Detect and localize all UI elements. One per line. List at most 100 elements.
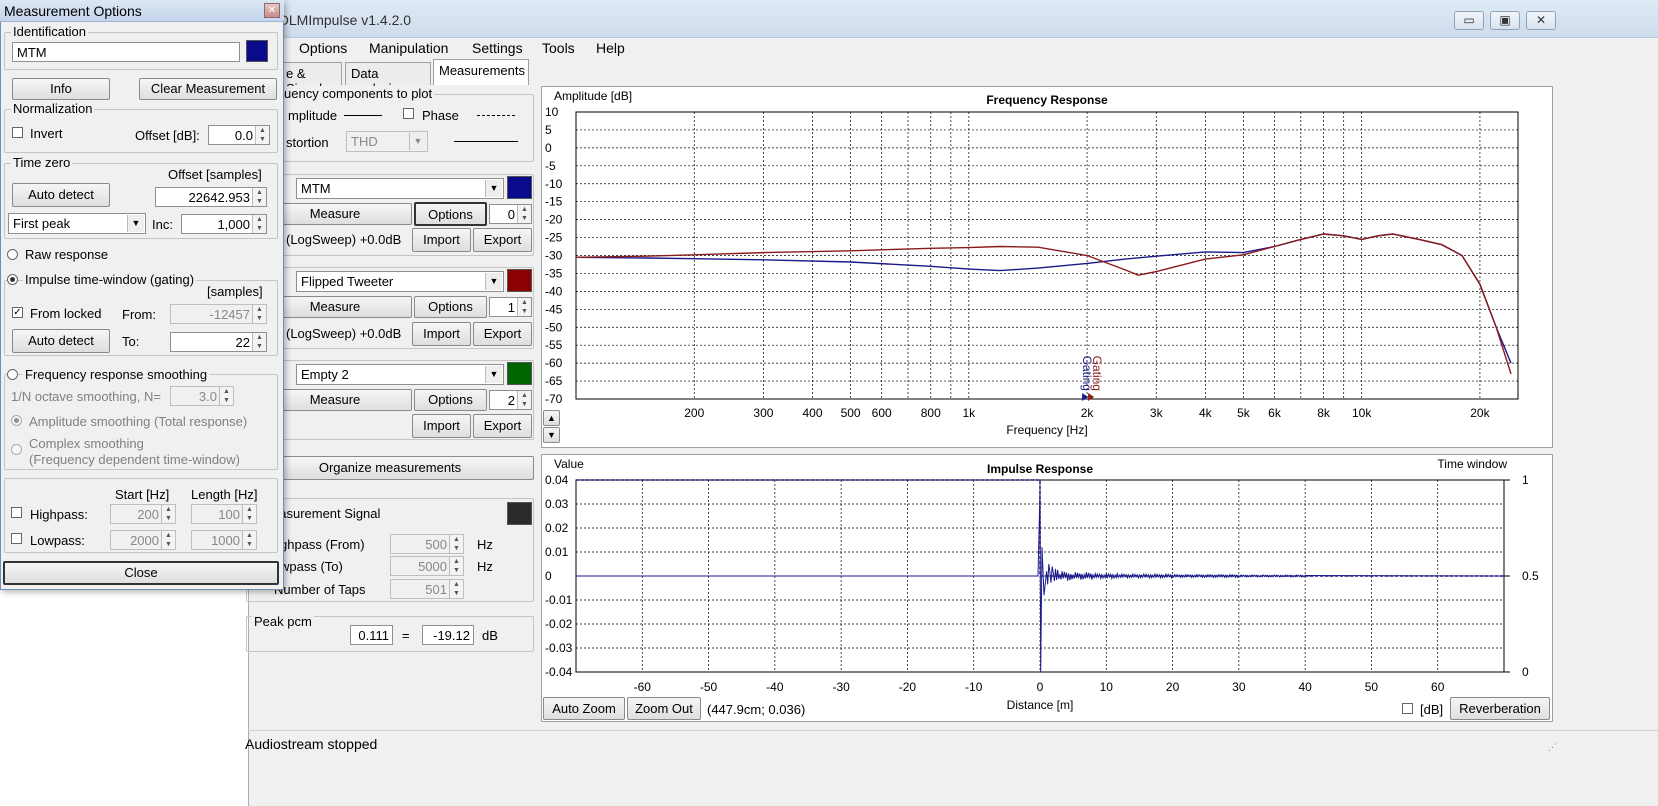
- maximize-button[interactable]: ▣: [1490, 11, 1520, 30]
- measurement-2-export-button[interactable]: Export: [473, 322, 532, 346]
- raw-response-radio[interactable]: [7, 249, 18, 260]
- to-input[interactable]: 22 ▲ ▼: [170, 332, 267, 352]
- complex-smoothing-label: Complex smoothing: [29, 436, 144, 451]
- y-tick-label: -0.01: [545, 593, 573, 607]
- signal-label: easurement Signal: [272, 506, 381, 521]
- invert-checkbox[interactable]: [12, 127, 23, 138]
- menu-manipulation[interactable]: Manipulation: [369, 40, 448, 56]
- octave-input[interactable]: 3.0 ▲ ▼: [170, 386, 234, 406]
- inc-input[interactable]: 1,000 ▲ ▼: [181, 214, 267, 234]
- menu-options[interactable]: Options: [299, 40, 347, 56]
- x-tick-label: 40: [1298, 680, 1312, 694]
- auto-detect-gating-button[interactable]: Auto detect: [12, 329, 110, 353]
- measurement-3-index[interactable]: 2 ▲ ▼: [489, 390, 532, 410]
- y-tick-label: -35: [545, 266, 563, 280]
- measurement-2-options-button[interactable]: Options: [414, 296, 487, 318]
- measurement-name-input[interactable]: MTM: [12, 42, 240, 62]
- highpass-checkbox[interactable]: [11, 507, 22, 518]
- peak-db-unit: dB: [482, 628, 498, 643]
- measurement-3-color[interactable]: [507, 362, 532, 385]
- measurement-3-select[interactable]: Empty 2 ▼: [296, 364, 504, 385]
- y-tick-label: 0.02: [545, 521, 569, 535]
- signal-color[interactable]: [507, 502, 532, 525]
- measurement-3-import-button[interactable]: Import: [412, 414, 471, 438]
- highpass-start-input[interactable]: 200 ▲ ▼: [110, 504, 176, 524]
- scroll-down-button[interactable]: ▼: [543, 427, 560, 443]
- db-checkbox[interactable]: [1402, 703, 1413, 714]
- inc-label: Inc:: [152, 217, 173, 232]
- highpass-from-input[interactable]: 500 ▲ ▼: [390, 534, 464, 554]
- measurement-1-index[interactable]: 0 ▲ ▼: [489, 204, 532, 224]
- resize-grip-icon[interactable]: ⋰: [1548, 742, 1558, 752]
- x-tick-label: 30: [1232, 680, 1246, 694]
- offset-samples-input[interactable]: 22642.953 ▲ ▼: [155, 187, 267, 207]
- organize-measurements-button[interactable]: Organize measurements: [246, 456, 534, 480]
- measurement-2-select[interactable]: Flipped Tweeter ▼: [296, 271, 504, 292]
- menu-help[interactable]: Help: [596, 40, 625, 56]
- x-tick-label: 4k: [1199, 406, 1213, 420]
- x-tick-label: 500: [841, 406, 861, 420]
- x-tick-label: 20: [1166, 680, 1180, 694]
- offset-db-input[interactable]: 0.0 ▲ ▼: [208, 125, 270, 145]
- lowpass-checkbox[interactable]: [11, 533, 22, 544]
- menu-settings[interactable]: Settings: [472, 40, 523, 56]
- measurement-2-import-button[interactable]: Import: [412, 322, 471, 346]
- x-tick-label: 800: [921, 406, 941, 420]
- from-locked-checkbox[interactable]: ✓: [12, 307, 23, 318]
- measurement-1-options-button[interactable]: Options: [414, 202, 487, 226]
- window-title: OLMImpulse v1.4.2.0: [278, 12, 412, 28]
- zoom-out-button[interactable]: Zoom Out: [627, 697, 701, 720]
- tab-measurements[interactable]: Measurements: [433, 59, 529, 85]
- x-tick-label: 20k: [1470, 406, 1490, 420]
- close-window-button[interactable]: ✕: [1526, 11, 1556, 30]
- measurement-1-import-button[interactable]: Import: [412, 228, 471, 252]
- menu-tools[interactable]: Tools: [542, 40, 575, 56]
- scroll-up-button[interactable]: ▲: [543, 410, 560, 426]
- dialog-close-icon[interactable]: ✕: [264, 3, 280, 18]
- clear-measurement-button[interactable]: Clear Measurement: [139, 78, 277, 100]
- x-tick-label: 300: [753, 406, 773, 420]
- info-button[interactable]: Info: [12, 78, 110, 100]
- samples-label: [samples]: [207, 284, 263, 299]
- y-tick-label: -30: [545, 249, 563, 263]
- frequency-chart-svg: Frequency Response Amplitude [dB] Frequenc…: [545, 89, 1519, 437]
- taps-input[interactable]: 501 ▲ ▼: [390, 579, 464, 599]
- measurement-2-index[interactable]: 1 ▲ ▼: [489, 297, 532, 317]
- measurement-2-color[interactable]: [507, 269, 532, 292]
- from-label: From:: [122, 307, 156, 322]
- y2-tick-label: 0.5: [1522, 569, 1539, 583]
- auto-zoom-button[interactable]: Auto Zoom: [543, 697, 625, 720]
- y-tick-label: -45: [545, 302, 563, 316]
- auto-detect-button[interactable]: Auto detect: [12, 183, 110, 207]
- phase-checkbox[interactable]: [403, 108, 414, 119]
- measurement-1-color[interactable]: [507, 176, 532, 199]
- from-input[interactable]: -12457 ▲ ▼: [170, 304, 267, 324]
- reverberation-button[interactable]: Reverberation: [1450, 697, 1550, 720]
- highpass-length-input[interactable]: 100 ▲ ▼: [191, 504, 257, 524]
- taps-label: Number of Taps: [274, 582, 366, 597]
- dialog-close-button[interactable]: Close: [3, 561, 279, 585]
- phase-line-style: [477, 115, 515, 116]
- peak-label: Peak pcm: [252, 614, 314, 629]
- lowpass-start-input[interactable]: 2000 ▲ ▼: [110, 530, 176, 550]
- impulse-chart[interactable]: Impulse Response Value Time window Distance…: [541, 454, 1553, 722]
- amp-smoothing-radio[interactable]: [11, 415, 22, 426]
- tab-signal[interactable]: e & Signal: [280, 62, 342, 96]
- measurement-3-export-button[interactable]: Export: [473, 414, 532, 438]
- lowpass-length-input[interactable]: 1000 ▲ ▼: [191, 530, 257, 550]
- tab-data-analysis[interactable]: Data analysis: [345, 62, 431, 96]
- minimize-button[interactable]: ▭: [1454, 11, 1484, 30]
- frequency-chart[interactable]: Frequency Response Amplitude [dB] Frequenc…: [541, 86, 1553, 448]
- impulse-window-radio[interactable]: [7, 274, 18, 285]
- measurement-1-export-button[interactable]: Export: [473, 228, 532, 252]
- lowpass-to-input[interactable]: 5000 ▲ ▼: [390, 556, 464, 576]
- smoothing-radio[interactable]: [7, 369, 18, 380]
- measurement-1-select[interactable]: MTM ▼: [296, 178, 504, 199]
- title-bar: OLMImpulse v1.4.2.0 ▭ ▣ ✕: [248, 0, 1658, 38]
- y-tick-label: -60: [545, 356, 563, 370]
- distortion-select[interactable]: THD ▼: [346, 131, 428, 152]
- measurement-3-options-button[interactable]: Options: [414, 389, 487, 411]
- complex-smoothing-radio[interactable]: [11, 444, 22, 455]
- peak-mode-select[interactable]: First peak ▼: [8, 213, 146, 234]
- measurement-color-swatch[interactable]: [246, 40, 268, 62]
